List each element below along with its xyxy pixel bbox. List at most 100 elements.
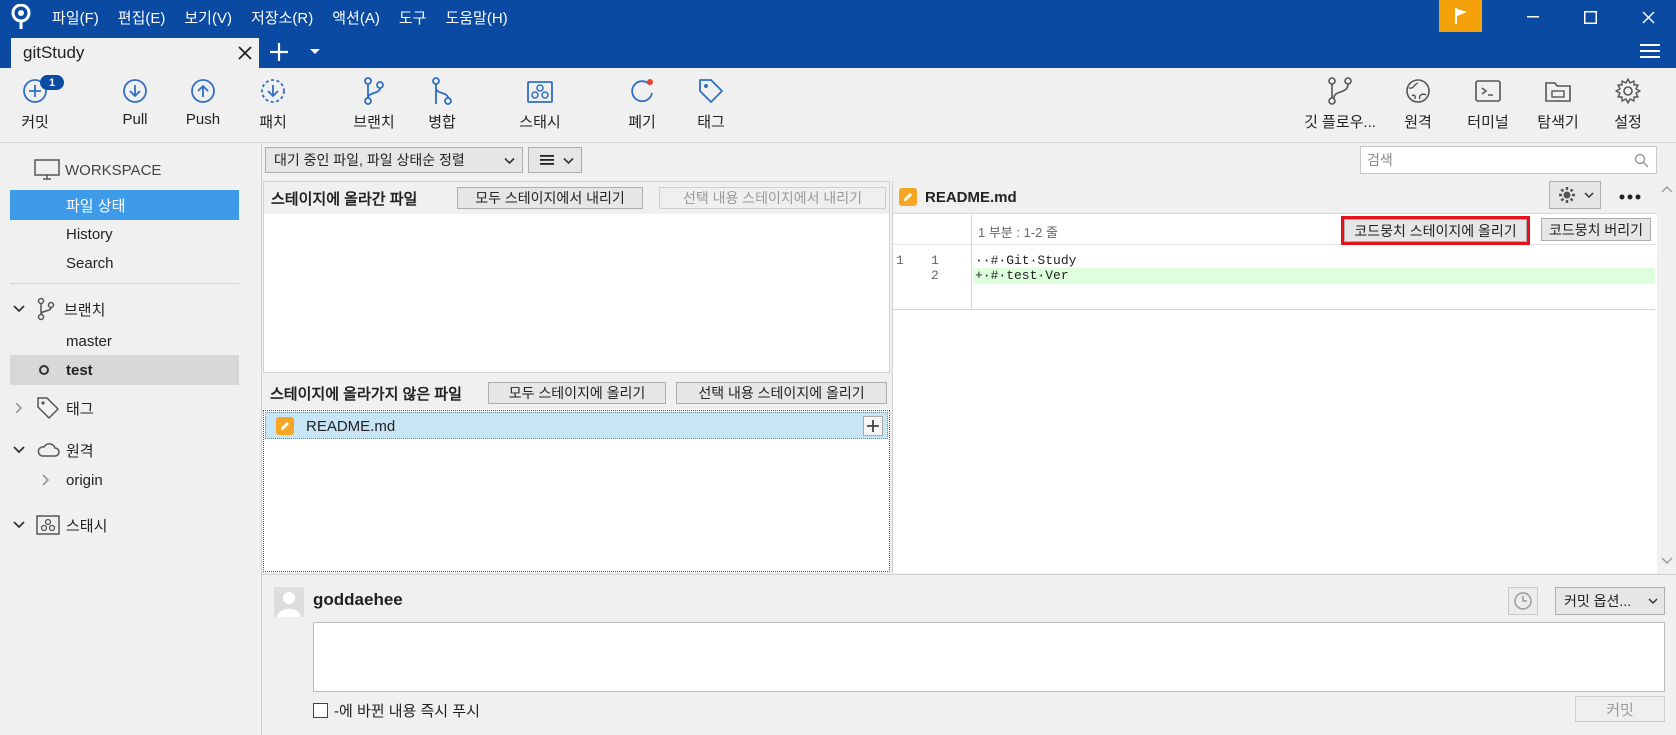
explorer-label: 탐색기	[1537, 114, 1579, 131]
more-icon[interactable]	[1619, 194, 1641, 200]
unstaged-files-panel: 스테이지에 올라가지 않은 파일 모두 스테이지에 올리기 선택 내용 스테이지…	[263, 377, 890, 572]
new-line-number: 2	[931, 268, 939, 283]
discard-hunk-button[interactable]: 코드뭉치 버리기	[1541, 218, 1651, 241]
discard-icon	[631, 79, 653, 103]
current-branch-icon	[39, 365, 49, 375]
list-view-icon	[540, 155, 554, 165]
commit-message-input[interactable]	[313, 622, 1665, 692]
commit-submit-label: 커밋	[1606, 701, 1634, 719]
tags-header[interactable]: 태그	[12, 393, 94, 423]
tag-button[interactable]: 태그	[689, 68, 733, 143]
fetch-button[interactable]: 패치	[248, 68, 298, 143]
close-icon	[1641, 10, 1655, 24]
unstage-selected-button[interactable]: 선택 내용 스테이지에서 내리기	[659, 187, 886, 209]
maximize-button[interactable]	[1562, 0, 1618, 34]
chevron-down-icon	[504, 157, 515, 165]
stage-selected-label: 선택 내용 스테이지에 올리기	[698, 385, 865, 401]
stash-icon	[527, 81, 553, 103]
settings-label: 설정	[1614, 114, 1642, 131]
maximize-icon	[1583, 10, 1597, 24]
menu-file[interactable]: 파일(F)	[52, 7, 99, 28]
sidebar-item-file-status[interactable]: 파일 상태	[10, 190, 239, 220]
pull-icon	[123, 79, 147, 103]
new-tab-icon[interactable]	[268, 41, 290, 63]
explorer-button[interactable]: 탐색기	[1530, 68, 1586, 143]
terminal-icon	[1475, 80, 1501, 102]
remote-button[interactable]: 원격	[1396, 68, 1440, 143]
diff-options-dropdown[interactable]	[1549, 181, 1601, 209]
stage-hunk-button[interactable]: 코드뭉치 스테이지에 올리기	[1341, 216, 1530, 245]
stage-selected-button[interactable]: 선택 내용 스테이지에 올리기	[676, 382, 887, 404]
sidebar-item-test[interactable]: test	[10, 355, 239, 385]
commit-options-dropdown[interactable]: 커밋 옵션...	[1555, 587, 1665, 615]
stashes-header[interactable]: 스태시	[12, 510, 107, 540]
stage-all-button[interactable]: 모두 스테이지에 올리기	[488, 382, 666, 404]
new-line-number: 1	[931, 253, 939, 268]
search-input[interactable]	[1361, 147, 1631, 173]
menu-repository[interactable]: 저장소(R)	[251, 7, 313, 28]
stash-button[interactable]: 스태시	[512, 68, 568, 143]
sidebar-item-master[interactable]: master	[10, 326, 239, 356]
menu-view[interactable]: 보기(V)	[184, 7, 232, 28]
close-window-button[interactable]	[1620, 0, 1676, 34]
fetch-icon	[261, 79, 285, 103]
stage-file-button[interactable]	[863, 416, 883, 436]
hamburger-menu-icon[interactable]	[1640, 43, 1660, 59]
chevron-right-icon	[15, 402, 23, 414]
tab-dropdown-icon[interactable]	[309, 48, 321, 56]
tag-icon	[699, 79, 723, 103]
hunk-label: 1 부분 : 1-2 줄	[978, 225, 1058, 240]
repo-tab-bar: gitStudy	[0, 34, 1676, 68]
terminal-button[interactable]: 터미널	[1462, 68, 1514, 143]
menu-help[interactable]: 도움말(H)	[445, 7, 507, 28]
file-name: README.md	[306, 418, 396, 435]
stash-icon	[36, 515, 60, 535]
push-button[interactable]: Push	[178, 68, 228, 143]
pull-button[interactable]: Pull	[110, 68, 160, 143]
added-line-highlight	[973, 268, 1655, 284]
menu-actions[interactable]: 액션(A)	[332, 7, 380, 28]
merge-button[interactable]: 병합	[415, 68, 469, 143]
commit-submit-button[interactable]: 커밋	[1575, 696, 1665, 722]
sidebar-item-origin[interactable]: origin	[10, 465, 239, 495]
staged-files-panel: 스테이지에 올라간 파일 모두 스테이지에서 내리기 선택 내용 스테이지에서 …	[263, 181, 890, 373]
commit-count-badge: 1	[40, 75, 64, 90]
cloud-icon	[37, 443, 60, 457]
close-tab-icon[interactable]	[236, 44, 254, 62]
branches-header[interactable]: 브랜치	[12, 294, 105, 324]
branch-button[interactable]: 브랜치	[347, 68, 401, 143]
unstage-all-label: 모두 스테이지에서 내리기	[475, 190, 625, 206]
stashes-label: 스태시	[66, 517, 108, 535]
menu-edit[interactable]: 편집(E)	[118, 7, 166, 28]
notification-flag-button[interactable]	[1439, 0, 1482, 32]
settings-button[interactable]: 설정	[1606, 68, 1650, 143]
remotes-header[interactable]: 원격	[12, 435, 94, 465]
repo-tab-label: gitStudy	[23, 43, 85, 62]
menu-tools[interactable]: 도구	[399, 7, 427, 28]
view-mode-dropdown[interactable]	[528, 147, 582, 173]
old-line-number: 1	[896, 253, 904, 268]
minimize-button[interactable]	[1505, 0, 1561, 34]
discard-hunk-label: 코드뭉치 버리기	[1548, 221, 1644, 238]
discard-button[interactable]: 폐기	[620, 68, 664, 143]
unstage-all-button[interactable]: 모두 스테이지에서 내리기	[457, 187, 643, 209]
file-row-readme[interactable]: README.md	[265, 412, 888, 439]
branch-label: 브랜치	[353, 114, 395, 131]
chevron-down-icon	[13, 446, 25, 454]
tag-icon	[37, 397, 59, 419]
stage-all-label: 모두 스테이지에 올리기	[508, 385, 646, 401]
commit-author: goddaehee	[313, 590, 403, 609]
gitflow-button[interactable]: 깃 플로우...	[1298, 68, 1382, 143]
sort-dropdown[interactable]: 대기 중인 파일, 파일 상태순 정렬	[265, 147, 523, 173]
branch-icon	[37, 297, 55, 321]
sidebar-item-history[interactable]: History	[10, 219, 239, 249]
commit-history-button[interactable]	[1508, 587, 1538, 615]
push-immediately-checkbox[interactable]	[313, 703, 328, 718]
gear-icon	[1559, 187, 1575, 203]
sidebar-item-search[interactable]: Search	[10, 248, 239, 278]
diff-scrollbar[interactable]	[1657, 181, 1676, 573]
unstaged-file-list: README.md	[263, 410, 890, 572]
diff-hunk: 1 부분 : 1-2 줄 코드뭉치 스테이지에 올리기 코드뭉치 버리기 1 1…	[893, 215, 1655, 310]
workspace-label: WORKSPACE	[65, 161, 162, 179]
repo-tab[interactable]: gitStudy	[11, 38, 259, 68]
